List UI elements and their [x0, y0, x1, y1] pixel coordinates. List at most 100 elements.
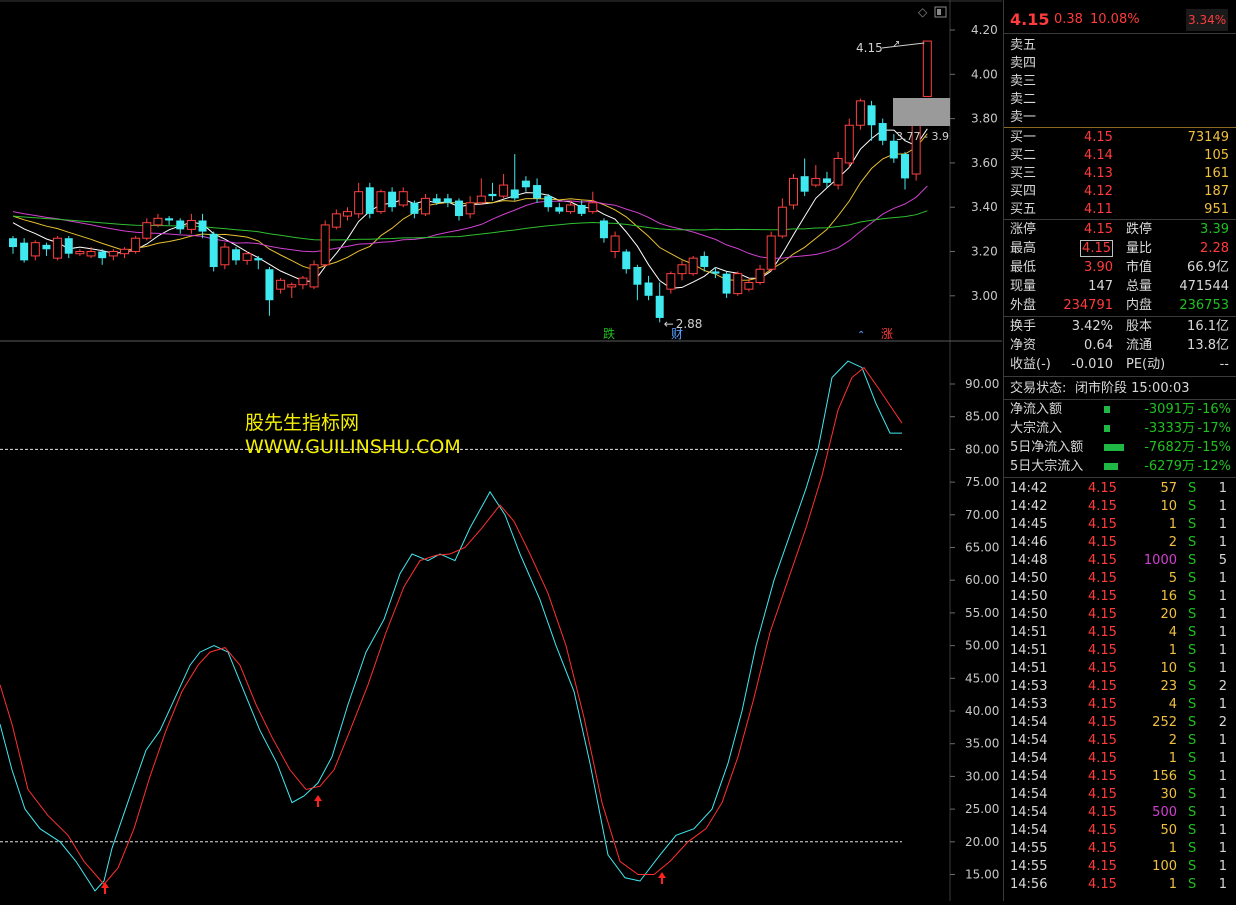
candle[interactable] [131, 235, 141, 254]
ask-row: 卖三 [1004, 73, 1236, 91]
tick-count: 1 [1218, 841, 1227, 856]
tick-time: 14:46 [1010, 535, 1048, 550]
indicator-tick-label: 20.00 [965, 835, 999, 849]
tick-price: 4.15 [1088, 661, 1117, 676]
candle[interactable] [53, 235, 63, 261]
stat-value: 4.15 [1080, 240, 1113, 257]
chart-area[interactable]: 4.20 4.00 3.80 3.60 3.40 3.20 3.00 4.15 ↗ ← 2.88 3… [0, 0, 1002, 901]
tick-volume: 2 [1168, 733, 1177, 748]
tick-volume: 10 [1160, 661, 1177, 676]
tick-time: 14:50 [1010, 571, 1048, 586]
candle[interactable] [733, 271, 743, 296]
stat-label: 跌停 [1126, 222, 1153, 237]
tick-count: 1 [1218, 769, 1227, 784]
tick-time: 14:54 [1010, 823, 1048, 838]
tick-count: 1 [1218, 517, 1227, 532]
tick-price: 4.15 [1088, 607, 1117, 622]
stat-label: 现量 [1010, 279, 1037, 294]
tick-side: S [1188, 535, 1197, 550]
flow-label: 大宗流入 [1010, 421, 1063, 436]
stat-value: -0.010 [1071, 357, 1113, 372]
tick-volume: 500 [1152, 805, 1177, 820]
stat-row: 现量 147 总量 471544 [1004, 278, 1236, 296]
tick-time: 14:42 [1010, 499, 1048, 514]
tick-count: 1 [1218, 499, 1227, 514]
tick-volume: 30 [1160, 787, 1177, 802]
indicator-tick-label: 35.00 [965, 737, 999, 751]
event-marker[interactable]: 跌 [603, 326, 615, 341]
tick-side: S [1188, 787, 1197, 802]
indicator-tick-label: 80.00 [965, 442, 999, 456]
indicator-tick-label: 40.00 [965, 704, 999, 718]
tick-row: 14:56 4.15 1 S 1 [1004, 876, 1236, 894]
tick-time: 14:54 [1010, 787, 1048, 802]
bid-label: 买一 [1010, 130, 1037, 145]
stat-value: 471544 [1179, 279, 1229, 294]
stat-row: 外盘 234791 内盘 236753 [1004, 297, 1236, 315]
tick-count: 1 [1218, 733, 1227, 748]
stat-label: 市值 [1126, 260, 1153, 275]
stat-row: 最高 4.15 量比 2.28 [1004, 240, 1236, 258]
candle[interactable] [688, 255, 698, 276]
candle[interactable] [365, 182, 374, 219]
candle[interactable] [220, 242, 230, 270]
price-tick-label: 3.00 [971, 289, 998, 303]
tick-side: S [1188, 517, 1197, 532]
indicator-tick-label: 65.00 [965, 541, 999, 555]
tick-time: 14:55 [1010, 841, 1048, 856]
tick-volume: 50 [1160, 823, 1177, 838]
candle[interactable] [911, 118, 921, 181]
tick-price: 4.15 [1088, 877, 1117, 892]
flow-bar [1104, 463, 1118, 470]
tick-row: 14:48 4.15 1000 S 5 [1004, 552, 1236, 570]
candle[interactable] [844, 118, 854, 168]
ask-label: 卖四 [1010, 56, 1037, 71]
tick-price: 4.15 [1088, 733, 1117, 748]
up-marker-icon: ⌃ [857, 330, 865, 341]
candle[interactable] [789, 173, 798, 210]
indicator-tick-label: 70.00 [965, 508, 999, 522]
indicator-tick-label: 75.00 [965, 475, 999, 489]
diamond-icon[interactable]: ◇ [918, 5, 928, 19]
candle[interactable] [922, 40, 932, 97]
last-price: 4.15 [1010, 10, 1050, 29]
stat-value: -- [1219, 357, 1229, 372]
stat-value: 13.8亿 [1187, 338, 1229, 353]
tick-row: 14:54 4.15 30 S 1 [1004, 786, 1236, 804]
tick-row: 14:53 4.15 23 S 2 [1004, 678, 1236, 696]
tick-side: S [1188, 553, 1197, 568]
bid-volume: 951 [1204, 202, 1229, 217]
price-tick-label: 3.20 [971, 245, 998, 259]
tick-side: S [1188, 481, 1197, 496]
candle[interactable] [766, 231, 776, 272]
tick-row: 14:42 4.15 57 S 1 [1004, 480, 1236, 498]
tick-row: 14:51 4.15 1 S 1 [1004, 642, 1236, 660]
tick-time: 14:54 [1010, 769, 1048, 784]
tick-side: S [1188, 805, 1197, 820]
candle[interactable] [320, 220, 330, 268]
candle[interactable] [209, 231, 218, 272]
tick-row: 14:54 4.15 252 S 2 [1004, 714, 1236, 732]
quote-header: 4.15 0.38 10.08% 3.34% [1004, 9, 1236, 31]
tick-row: 14:50 4.15 5 S 1 [1004, 570, 1236, 588]
bid-price: 4.13 [1084, 166, 1113, 181]
event-marker[interactable]: 财 [671, 327, 683, 341]
trade-status: 交易状态: 闭市阶段 15:00:03 [1004, 380, 1236, 398]
candle[interactable] [309, 260, 319, 290]
stat-value: 16.1亿 [1187, 319, 1229, 334]
price-tick-label: 3.60 [971, 156, 998, 170]
bid-price: 4.15 [1084, 130, 1113, 145]
candle[interactable] [376, 189, 386, 214]
candle[interactable] [855, 98, 865, 130]
tick-time: 14:54 [1010, 751, 1048, 766]
bid-volume: 73149 [1187, 130, 1229, 145]
bid-row: 买二 4.14 105 [1004, 147, 1236, 165]
indicator-tick-label: 45.00 [965, 671, 999, 685]
chart-svg[interactable]: 4.204.003.803.603.403.203.00 4.15 ↗← 2.883… [0, 0, 1002, 901]
flow-pct: -16% [1197, 402, 1231, 417]
tick-time: 14:54 [1010, 715, 1048, 730]
stat-value: 0.64 [1084, 338, 1113, 353]
bid-row: 买五 4.11 951 [1004, 201, 1236, 219]
event-marker[interactable]: 涨 [881, 326, 893, 341]
stat-value: 3.42% [1071, 319, 1113, 334]
